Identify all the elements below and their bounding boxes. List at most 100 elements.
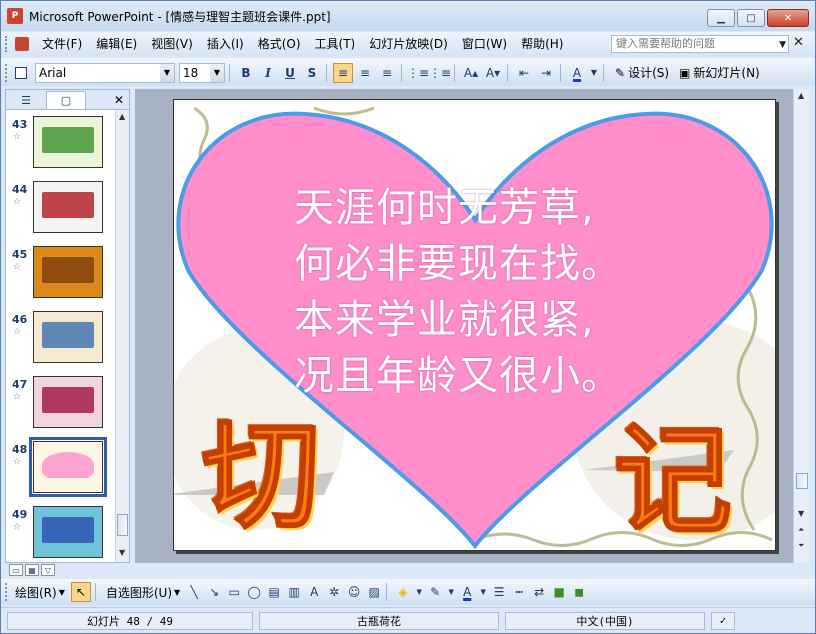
draw-menu-button[interactable]: 绘图(R) ▼ <box>13 582 67 602</box>
left-title-char[interactable]: 切 <box>201 380 321 550</box>
minimize-button[interactable]: ▁ <box>707 9 735 27</box>
autoshapes-menu-button[interactable]: 自选图形(U) ▼ <box>104 582 182 602</box>
document-close-icon[interactable]: ✕ <box>793 35 804 50</box>
align-left-icon[interactable]: ≡ <box>333 62 353 83</box>
picture-icon[interactable]: ▨ <box>366 585 382 599</box>
toolbar-grip-handle[interactable] <box>5 583 9 601</box>
maximize-button[interactable]: □ <box>737 9 765 27</box>
outline-tab[interactable]: ☰ <box>6 91 46 109</box>
language-status[interactable]: 中文(中国) <box>505 611 705 630</box>
slide-sorter-view-icon[interactable]: ▦ <box>25 564 39 576</box>
select-objects-icon[interactable]: ↖ <box>70 582 91 602</box>
scroll-up-icon[interactable]: ▲ <box>798 91 804 100</box>
menu-tools[interactable]: 工具(T) <box>308 34 363 54</box>
scroll-down-icon[interactable]: ▼ <box>119 548 125 557</box>
vertical-text-box-icon[interactable]: ▥ <box>286 585 302 599</box>
font-name-select[interactable]: Arial ▼ <box>35 62 175 83</box>
shadow-style-icon[interactable]: ■ <box>551 585 567 599</box>
chevron-down-icon[interactable]: ▼ <box>479 585 487 599</box>
arrow-icon[interactable]: ↘ <box>206 585 222 599</box>
font-color-icon[interactable]: A <box>459 585 475 599</box>
slide-thumbnail[interactable] <box>33 376 103 428</box>
slide-thumbnail-item[interactable]: 47 ☆ <box>6 374 116 436</box>
clip-art-icon[interactable]: ☺ <box>346 585 362 599</box>
menu-slideshow[interactable]: 幻灯片放映(D) <box>362 34 455 54</box>
slide-thumbnail-item[interactable]: 44 ☆ <box>6 179 116 241</box>
fill-color-icon[interactable]: ◈ <box>395 585 411 599</box>
slide-thumbnail-item[interactable]: 43 ☆ <box>6 114 116 176</box>
scrollbar-thumb[interactable] <box>117 514 128 536</box>
chevron-down-icon[interactable]: ▼ <box>447 585 455 599</box>
text-box-icon[interactable]: ▤ <box>266 585 282 599</box>
decrease-indent-icon[interactable]: ⇤ <box>514 63 534 83</box>
line-color-icon[interactable]: ✎ <box>427 585 443 599</box>
scrollbar-thumb[interactable] <box>796 473 808 489</box>
slides-tab[interactable]: ▢ <box>46 91 86 109</box>
menu-grip-handle[interactable] <box>5 36 9 52</box>
chevron-down-icon[interactable]: ▼ <box>779 37 786 53</box>
menu-format[interactable]: 格式(O) <box>251 34 308 54</box>
slide-vertical-scrollbar[interactable]: ▲ ▼ ⏶ ⏷ <box>793 89 809 563</box>
rectangle-icon[interactable]: ▭ <box>226 585 242 599</box>
menu-file[interactable]: 文件(F) <box>35 34 89 54</box>
normal-view-icon[interactable]: ▭ <box>9 564 23 576</box>
powerpoint-app-icon[interactable]: P <box>7 8 23 24</box>
close-button[interactable]: ✕ <box>767 9 809 27</box>
slide-thumbnail-item[interactable]: 48 ☆ <box>6 437 116 501</box>
numbered-list-icon[interactable]: ⋮≡ <box>407 63 429 83</box>
3d-style-icon[interactable]: ◼ <box>571 585 587 599</box>
slide-thumbnail[interactable] <box>33 181 103 233</box>
scroll-up-icon[interactable]: ▲ <box>119 112 125 121</box>
scroll-down-icon[interactable]: ▼ <box>798 509 804 518</box>
dash-style-icon[interactable]: ┅ <box>511 585 527 599</box>
menu-insert[interactable]: 插入(I) <box>200 34 251 54</box>
design-button[interactable]: ✎ 设计(S) <box>612 63 672 83</box>
chevron-down-icon[interactable]: ▼ <box>160 63 174 82</box>
line-icon[interactable]: ╲ <box>186 585 202 599</box>
menu-view[interactable]: 视图(V) <box>144 34 200 54</box>
align-center-icon[interactable]: ≡ <box>355 63 375 83</box>
decrease-font-size-icon[interactable]: A▾ <box>483 63 503 83</box>
menu-window[interactable]: 窗口(W) <box>455 34 514 54</box>
italic-button[interactable]: I <box>258 63 278 83</box>
slide-thumbnail[interactable] <box>33 246 103 298</box>
slide-thumbnail[interactable] <box>33 311 103 363</box>
line-style-icon[interactable]: ☰ <box>491 585 507 599</box>
slide-thumbnail[interactable] <box>33 116 103 168</box>
panel-close-icon[interactable]: ✕ <box>114 91 124 109</box>
design-template-status[interactable]: 古瓶荷花 <box>259 611 499 630</box>
increase-font-size-icon[interactable]: A▴ <box>461 63 481 83</box>
font-size-select[interactable]: 18 ▼ <box>179 62 225 83</box>
menu-help[interactable]: 帮助(H) <box>514 34 570 54</box>
current-slide[interactable]: 天涯何时无芳草, 何必非要现在找。 本来学业就很紧, 况且年龄又很小。 切 记 <box>173 99 776 551</box>
toolbar-grip-handle[interactable] <box>5 63 9 82</box>
arrow-style-icon[interactable]: ⇄ <box>531 585 547 599</box>
font-color-icon[interactable]: A <box>567 63 587 83</box>
spelling-check-icon[interactable]: ✓ <box>711 611 735 630</box>
help-search-input[interactable]: 键入需要帮助的问题 ▼ <box>611 35 789 53</box>
bold-button[interactable]: B <box>236 63 256 83</box>
right-title-char[interactable]: 记 <box>613 385 733 550</box>
underline-button[interactable]: U <box>280 63 300 83</box>
increase-indent-icon[interactable]: ⇥ <box>536 63 556 83</box>
slide-thumbnail-item[interactable]: 45 ☆ <box>6 244 116 306</box>
oval-icon[interactable]: ◯ <box>246 585 262 599</box>
bulleted-list-icon[interactable]: ⋮≡ <box>429 63 451 83</box>
text-shadow-button[interactable]: S <box>302 63 322 83</box>
new-slide-button[interactable]: ▣ 新幻灯片(N) <box>676 63 763 83</box>
chevron-down-icon[interactable]: ▼ <box>589 63 599 83</box>
new-document-icon[interactable] <box>11 63 31 83</box>
slide-poem-text[interactable]: 天涯何时无芳草, 何必非要现在找。 本来学业就很紧, 况且年龄又很小。 <box>294 180 654 404</box>
document-icon[interactable] <box>15 37 29 51</box>
previous-slide-icon[interactable]: ⏶ <box>798 525 804 535</box>
chevron-down-icon[interactable]: ▼ <box>210 63 224 82</box>
slide-thumbnail-item[interactable]: 46 ☆ <box>6 309 116 371</box>
slides-panel-scrollbar[interactable]: ▲ ▼ <box>115 110 129 562</box>
wordart-icon[interactable]: A <box>306 585 322 599</box>
slideshow-view-icon[interactable]: ▽ <box>41 564 55 576</box>
slide-thumbnail[interactable] <box>33 506 103 558</box>
menu-edit[interactable]: 编辑(E) <box>89 34 144 54</box>
diagram-icon[interactable]: ✲ <box>326 585 342 599</box>
align-right-icon[interactable]: ≡ <box>377 63 397 83</box>
slide-thumbnail[interactable] <box>29 437 107 497</box>
